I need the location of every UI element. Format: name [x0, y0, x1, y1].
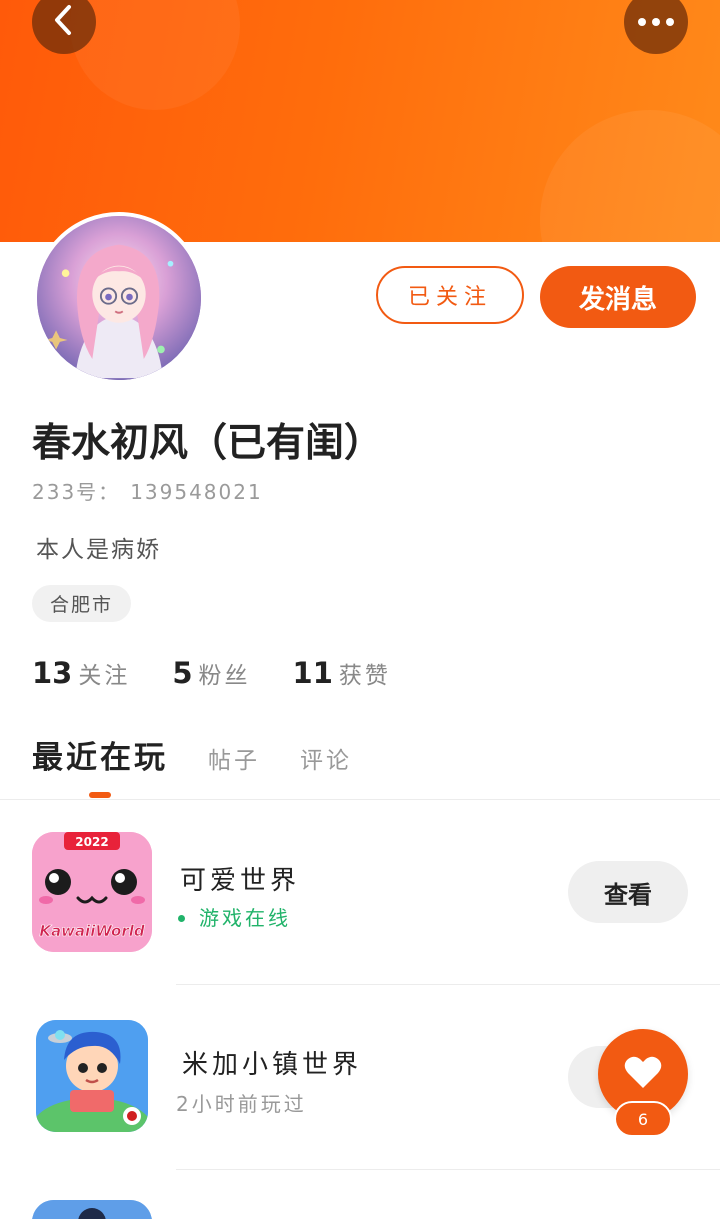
- stat-following[interactable]: 13 关注: [32, 656, 130, 690]
- game-status-played: 2小时前玩过: [176, 1092, 307, 1116]
- stat-followers[interactable]: 5 粉丝: [172, 656, 250, 690]
- stat-label: 关注: [78, 663, 131, 689]
- user-id-value: 139548021: [130, 480, 263, 504]
- divider: [0, 799, 720, 800]
- profile-tabs: 最近在玩 帖子 评论: [32, 732, 392, 777]
- like-count-badge: 6: [614, 1101, 672, 1137]
- location-tag: 合肥市: [32, 585, 132, 622]
- stat-value: 13: [32, 656, 73, 690]
- send-message-button[interactable]: 发消息: [540, 266, 696, 328]
- profile-header-banner: [0, 0, 720, 242]
- game-icon-partial: [32, 1200, 152, 1219]
- active-tab-indicator: [89, 792, 111, 798]
- view-game-button[interactable]: 查看: [568, 861, 688, 923]
- more-horizontal-icon: [638, 18, 674, 26]
- user-id-label: 233号：: [32, 480, 121, 504]
- game-icon-year-text: 2022: [75, 835, 108, 849]
- game-icon-logo-text: KawaiiWorld: [39, 922, 145, 940]
- tab-posts[interactable]: 帖子: [208, 741, 260, 775]
- user-id: 233号： 139548021: [32, 476, 263, 505]
- game-icon-kawaii-world: 2022 KawaiiWorld: [32, 832, 152, 952]
- stat-label: 获赞: [338, 663, 391, 689]
- stat-value: 11: [292, 656, 333, 690]
- banner-decoration: [540, 110, 720, 242]
- followed-button[interactable]: 已关注: [376, 266, 524, 324]
- profile-stats: 13 关注 5 粉丝 11 获赞: [32, 656, 433, 690]
- avatar-illustration: [37, 216, 201, 380]
- avatar[interactable]: [33, 212, 205, 384]
- user-bio: 本人是病娇: [36, 537, 161, 563]
- game-title: 可爱世界: [180, 866, 301, 896]
- stat-value: 5: [172, 656, 193, 690]
- divider: [176, 1169, 720, 1170]
- game-status-text: 游戏在线: [199, 906, 291, 930]
- heart-icon: [623, 1054, 663, 1094]
- game-icon-miga-town: [36, 1020, 148, 1132]
- user-name: 春水初风（已有闺）: [32, 421, 384, 466]
- chevron-left-icon: [50, 3, 78, 41]
- game-title: 米加小镇世界: [182, 1050, 363, 1080]
- online-dot-icon: [178, 914, 185, 922]
- divider: [176, 984, 720, 985]
- game-status-online: 游戏在线: [178, 902, 291, 931]
- stat-label: 粉丝: [198, 663, 251, 689]
- tab-recently-played[interactable]: 最近在玩: [32, 732, 168, 777]
- stat-likes[interactable]: 11 获赞: [293, 656, 391, 690]
- list-item[interactable]: 2022 KawaiiWorld 可爱世界 游戏在线 查看: [0, 816, 720, 966]
- tab-comments[interactable]: 评论: [300, 741, 352, 775]
